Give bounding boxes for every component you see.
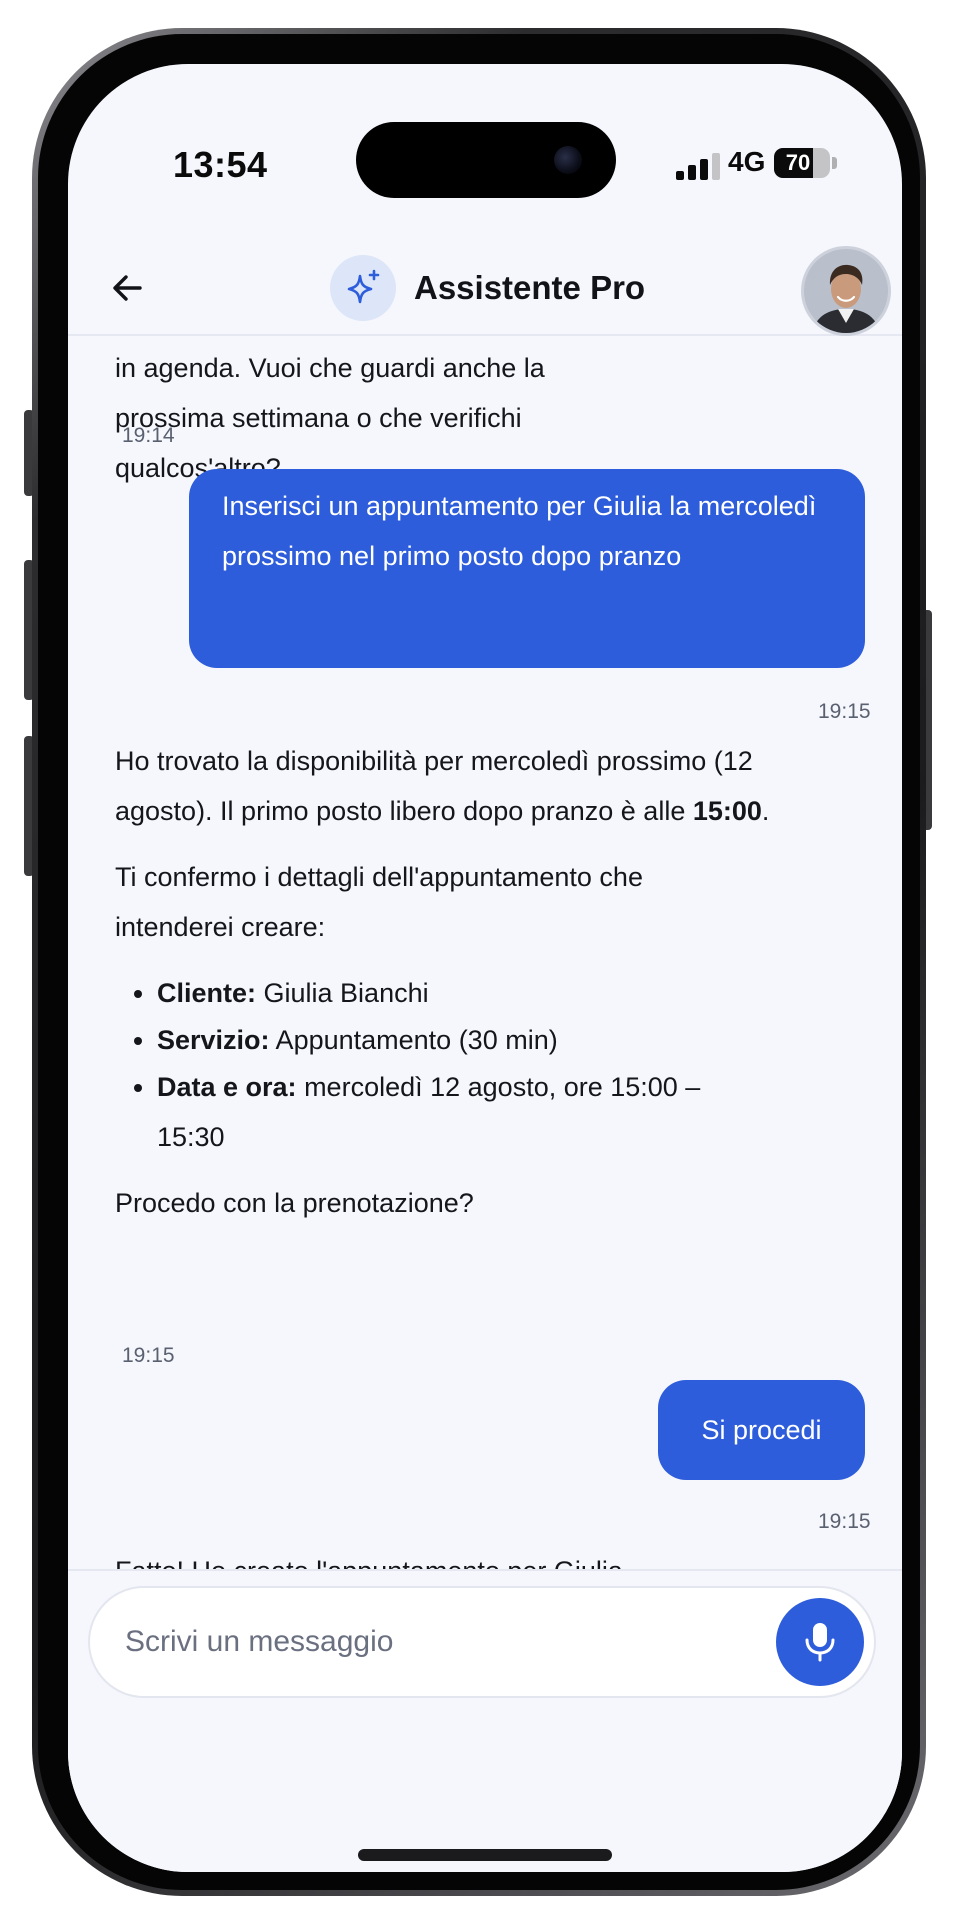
message-input[interactable]: Scrivi un messaggio xyxy=(88,1586,876,1698)
dynamic-island xyxy=(356,122,616,198)
battery-icon: 70 xyxy=(774,148,830,178)
chat-header: Assistente Pro xyxy=(68,239,902,336)
phone-bezel: 13:54 4G 70 Assistente Pro in agenda. Vu… xyxy=(38,34,920,1890)
status-bar: 13:54 4G 70 xyxy=(68,64,902,198)
detail-label: Cliente: xyxy=(157,978,257,1008)
home-indicator[interactable] xyxy=(358,1849,612,1861)
availability-text: Ho trovato la disponibilità per mercoled… xyxy=(115,746,753,826)
status-time: 13:54 xyxy=(173,144,268,185)
network-type: 4G xyxy=(728,146,766,177)
detail-client: Cliente: Giulia Bianchi xyxy=(157,968,795,1018)
assistant-message-text: Ho trovato la disponibilità per mercoled… xyxy=(115,736,785,836)
punctuation: . xyxy=(761,796,770,826)
phone-frame: 13:54 4G 70 Assistente Pro in agenda. Vu… xyxy=(32,28,926,1896)
composer: Scrivi un messaggio xyxy=(68,1569,902,1872)
chat-thread: Questa settimana hai un solo appuntament… xyxy=(68,334,902,1569)
message-timestamp: 19:15 xyxy=(818,700,871,723)
microphone-icon xyxy=(805,1623,835,1662)
detail-label: Data e ora: xyxy=(157,1072,297,1102)
mic-button[interactable] xyxy=(776,1598,864,1686)
detail-value: Appuntamento (30 min) xyxy=(269,1025,558,1055)
assistant-identity: Assistente Pro xyxy=(330,255,645,321)
detail-service: Servizio: Appuntamento (30 min) xyxy=(157,1015,795,1065)
detail-value: Giulia Bianchi xyxy=(256,978,429,1008)
sparkles-icon xyxy=(330,255,396,321)
slot-time: 15:00 xyxy=(692,796,762,826)
message-timestamp: 19:14 xyxy=(122,424,175,447)
back-button[interactable] xyxy=(106,266,150,310)
assistant-message: Fatto! Ho creato l'appuntamento per Giul… xyxy=(115,1546,715,1569)
confirm-text: Ti confermo i dettagli dell'appuntamento… xyxy=(115,862,643,942)
page-title: Assistente Pro xyxy=(414,269,646,306)
message-timestamp: 19:15 xyxy=(122,1344,175,1367)
user-message: Si procedi xyxy=(658,1380,865,1480)
assistant-message: Ho trovato la disponibilità per mercoled… xyxy=(115,736,795,1228)
question-text: Procedo con la prenotazione? xyxy=(115,1188,474,1218)
battery-cap xyxy=(832,157,837,169)
front-camera xyxy=(554,146,582,174)
detail-label: Servizio: xyxy=(157,1025,270,1055)
screen: 13:54 4G 70 Assistente Pro in agenda. Vu… xyxy=(68,64,902,1872)
avatar[interactable] xyxy=(801,246,891,336)
user-message: Inserisci un appuntamento per Giulia la … xyxy=(189,469,865,668)
message-input-placeholder: Scrivi un messaggio xyxy=(125,1625,394,1658)
user-message-text: Inserisci un appuntamento per Giulia la … xyxy=(222,491,817,571)
user-message-text: Si procedi xyxy=(701,1415,822,1445)
assistant-message-text: Fatto! Ho creato l'appuntamento per Giul… xyxy=(115,1546,705,1569)
signal-icon xyxy=(676,152,720,180)
detail-datetime: Data e ora: mercoledì 12 agosto, ore 15:… xyxy=(157,1062,795,1162)
user-avatar xyxy=(804,249,888,333)
battery-level: 70 xyxy=(785,150,811,175)
message-timestamp: 19:15 xyxy=(818,1510,871,1533)
arrow-left-icon xyxy=(113,275,142,301)
appointment-details: Cliente: Giulia Bianchi Servizio: Appunt… xyxy=(115,968,795,1162)
